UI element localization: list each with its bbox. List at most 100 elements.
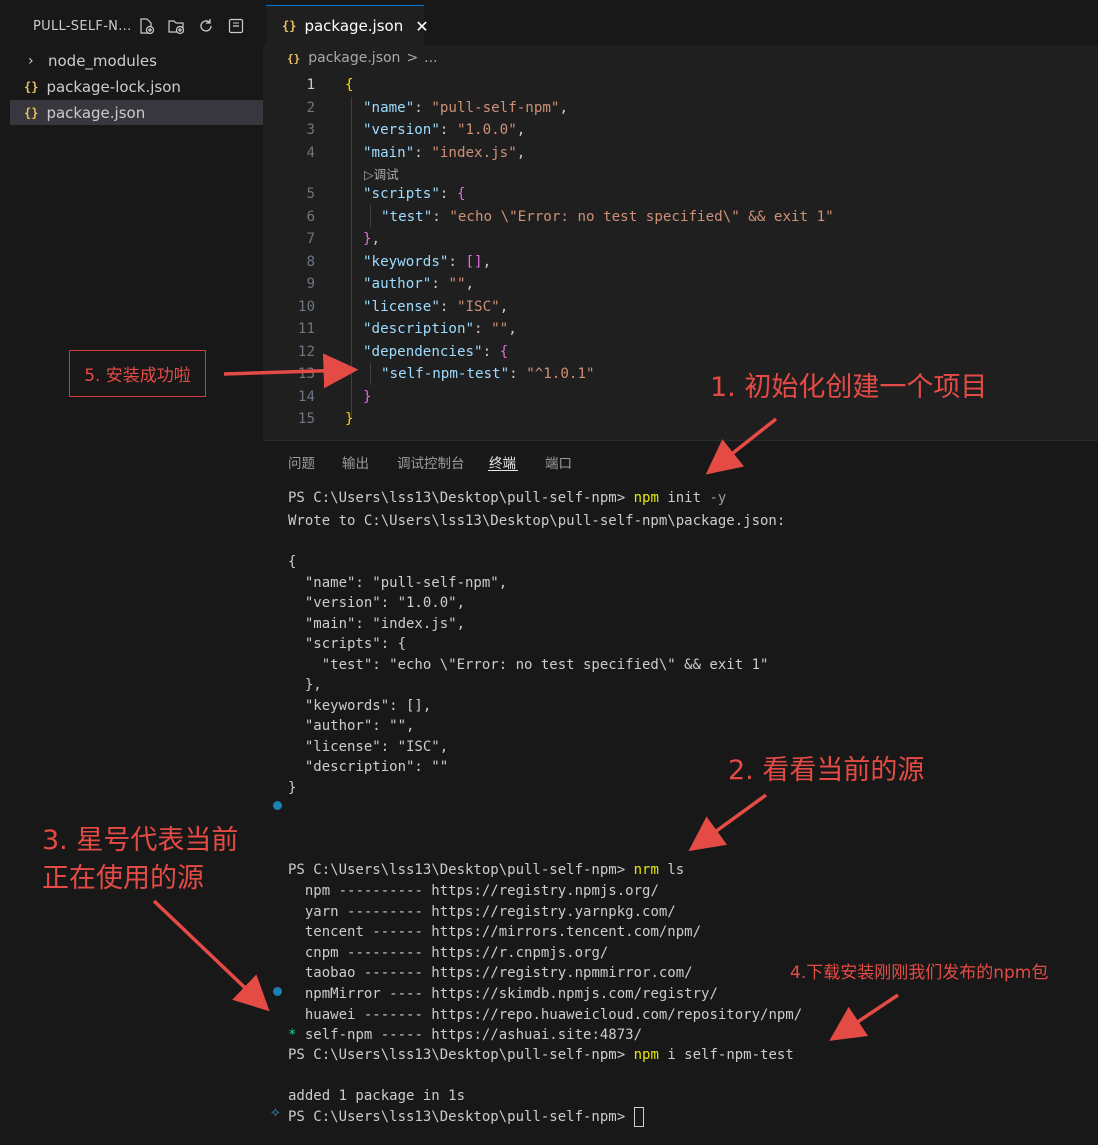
registry-text: huawei ------- https://repo.huaweicloud.… xyxy=(296,1006,803,1023)
collapse-icon[interactable] xyxy=(226,17,246,37)
code-line[interactable]: 6 "test": "echo \"Error: no test specifie… xyxy=(263,206,1098,228)
registry-text: npm ---------- https://registry.npmjs.or… xyxy=(296,883,659,899)
line-text: "description": "", xyxy=(363,321,517,337)
line-text: "test": "echo \"Error: no test specified… xyxy=(381,209,834,225)
new-folder-icon[interactable] xyxy=(166,17,186,37)
line-text: } xyxy=(363,389,372,405)
command-args: ls xyxy=(667,862,685,878)
line-number: 14 xyxy=(297,389,315,405)
breadcrumb-more[interactable]: ... xyxy=(424,50,437,66)
line-number: 12 xyxy=(297,344,315,360)
tab-output[interactable]: 输出 xyxy=(342,452,369,472)
code-line[interactable]: 9 "author": "", xyxy=(263,273,1098,295)
terminal-output-line: Wrote to C:\Users\lss13\Desktop\pull-sel… xyxy=(288,513,786,529)
terminal-output-line: "description": "" xyxy=(288,759,449,775)
command: nrm xyxy=(633,862,659,878)
command: npm xyxy=(633,490,659,506)
command-decoration-dot xyxy=(273,987,282,996)
line-text: { xyxy=(345,77,354,93)
breadcrumb-file[interactable]: package.json xyxy=(308,50,400,66)
line-text: "name": "pull-self-npm", xyxy=(363,100,569,116)
code-line[interactable]: 1{ xyxy=(263,74,1098,96)
registry-row: yarn --------- https://registry.yarnpkg.… xyxy=(288,902,676,922)
command-decoration-dot xyxy=(273,801,282,810)
line-number: 15 xyxy=(297,411,315,427)
annotation-1: 1. 初始化创建一个项目 xyxy=(710,372,988,403)
prompt: PS C:\Users\lss13\Desktop\pull-self-npm> xyxy=(288,862,626,878)
terminal-prompt-line[interactable]: PS C:\Users\lss13\Desktop\pull-self-npm> xyxy=(288,1107,644,1127)
json-icon: {} xyxy=(24,79,39,94)
code-line[interactable]: 11 "description": "", xyxy=(263,318,1098,340)
tab-package-json[interactable]: {} package.json ✕ xyxy=(266,5,429,46)
json-icon: {} xyxy=(282,19,297,33)
code-line[interactable]: 2 "name": "pull-self-npm", xyxy=(263,97,1098,119)
line-number: 1 xyxy=(306,77,315,93)
line-text: "version": "1.0.0", xyxy=(363,122,526,138)
code-line[interactable]: 15} xyxy=(263,408,1098,430)
terminal-prompt-line: PS C:\Users\lss13\Desktop\pull-self-npm>… xyxy=(288,860,684,880)
json-icon: {} xyxy=(287,51,301,65)
terminal-cursor xyxy=(633,1107,644,1127)
prompt: PS C:\Users\lss13\Desktop\pull-self-npm> xyxy=(288,1047,626,1063)
code-line[interactable]: 5 "scripts": { xyxy=(263,183,1098,205)
refresh-icon[interactable] xyxy=(196,17,216,37)
annotation-3-line1: 3. 星号代表当前 xyxy=(42,825,239,856)
code-line[interactable]: 8 "keywords": [], xyxy=(263,251,1098,273)
line-number: 4 xyxy=(306,145,315,161)
new-file-icon[interactable] xyxy=(136,17,156,37)
tree-item-label: node_modules xyxy=(48,51,157,70)
line-text: "dependencies": { xyxy=(363,344,509,360)
line-number: 10 xyxy=(297,299,315,315)
line-number: 13 xyxy=(297,366,315,382)
registry-row: npmMirror ---- https://skimdb.npmjs.com/… xyxy=(288,984,718,1004)
sparkle-icon: ✧ xyxy=(270,1106,281,1121)
line-text: "scripts": { xyxy=(363,186,466,202)
terminal-output-line: added 1 package in 1s xyxy=(288,1088,466,1104)
tree-item-package-lock[interactable]: {} package-lock.json xyxy=(10,74,263,99)
line-number: 9 xyxy=(306,276,315,292)
terminal-output-line: "author": "", xyxy=(288,718,415,734)
editor-tabs: {} package.json ✕ xyxy=(263,0,1098,46)
registry-row: huawei ------- https://repo.huaweicloud.… xyxy=(288,1005,802,1025)
tab-label: package.json xyxy=(304,17,404,35)
tree-item-package-json[interactable]: {} package.json xyxy=(10,100,263,125)
tab-problems[interactable]: 问题 xyxy=(288,452,315,472)
tab-debug-console[interactable]: 调试控制台 xyxy=(397,452,465,472)
registry-row: * self-npm ----- https://ashuai.site:487… xyxy=(288,1025,642,1045)
code-line[interactable]: 12 "dependencies": { xyxy=(263,341,1098,363)
terminal-output-line: "license": "ISC", xyxy=(288,738,449,755)
breadcrumb-separator: > xyxy=(406,50,419,66)
terminal-output-line: "test": "echo \"Error: no test specified… xyxy=(288,656,769,673)
tree-item-node-modules[interactable]: › node_modules xyxy=(10,48,263,73)
annotation-3-line2: 正在使用的源 xyxy=(42,863,204,894)
command-args: init xyxy=(667,490,702,506)
code-line[interactable]: 10 "license": "ISC", xyxy=(263,296,1098,318)
code-line[interactable]: 3 "version": "1.0.0", xyxy=(263,119,1098,141)
line-number: 2 xyxy=(306,100,315,116)
terminal-prompt-line: PS C:\Users\lss13\Desktop\pull-self-npm>… xyxy=(288,488,726,508)
code-line[interactable]: 7}, xyxy=(263,228,1098,250)
terminal-output-line: "version": "1.0.0", xyxy=(288,595,466,611)
close-icon[interactable]: ✕ xyxy=(415,17,428,36)
active-tab-indicator xyxy=(488,470,518,471)
registry-row: cnpm --------- https://r.cnpmjs.org/ xyxy=(288,943,608,963)
line-text: "author": "", xyxy=(363,276,475,292)
explorer-title: PULL-SELF-N... xyxy=(33,19,132,34)
chevron-right-icon: › xyxy=(28,52,34,69)
line-number: 11 xyxy=(297,321,315,337)
tab-terminal[interactable]: 终端 xyxy=(489,452,516,472)
code-line[interactable]: 4 "main": "index.js", xyxy=(263,142,1098,164)
line-number: 6 xyxy=(306,209,315,225)
tab-ports[interactable]: 端口 xyxy=(545,452,572,472)
prompt: PS C:\Users\lss13\Desktop\pull-self-npm> xyxy=(288,490,626,506)
explorer-actions xyxy=(136,17,246,37)
debug-codelens[interactable]: ▷调试 xyxy=(364,164,399,183)
terminal-output-line: "name": "pull-self-npm", xyxy=(288,574,508,591)
tree-item-label: package.json xyxy=(46,103,146,122)
registry-text: taobao ------- https://registry.npmmirro… xyxy=(296,965,693,982)
registry-row: npm ---------- https://registry.npmjs.or… xyxy=(288,881,659,901)
registry-text: npmMirror ---- https://skimdb.npmjs.com/… xyxy=(296,986,718,1002)
line-text: "license": "ISC", xyxy=(363,299,509,315)
terminal-output-line: "scripts": { xyxy=(288,636,407,652)
terminal-output-line: "main": "index.js", xyxy=(288,615,466,632)
